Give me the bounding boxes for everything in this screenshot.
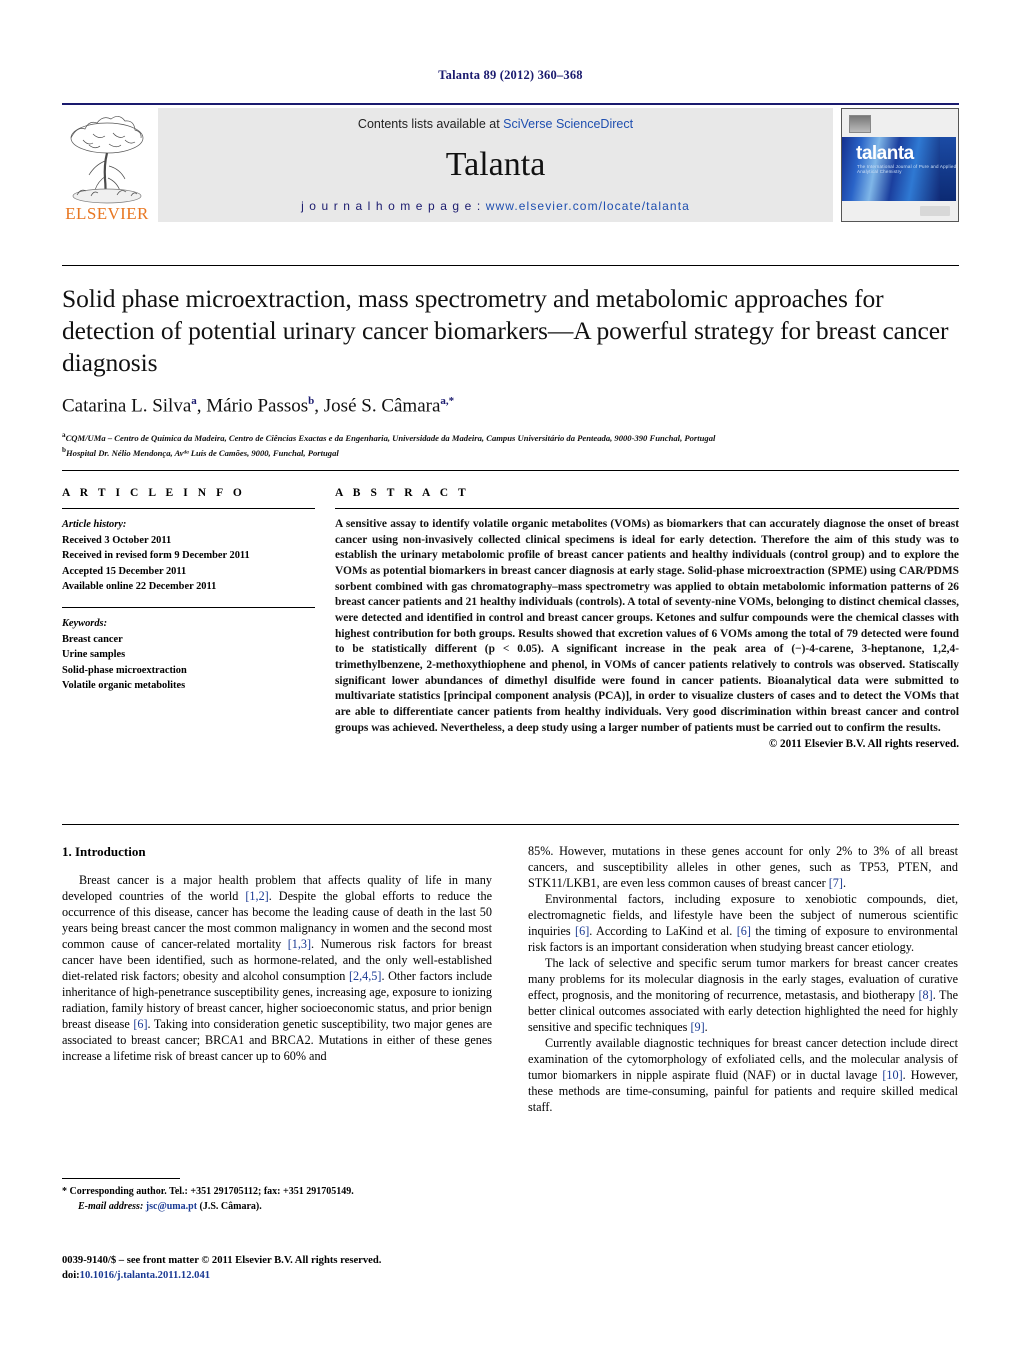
doi-label: doi: [62,1270,80,1282]
homepage-url-link[interactable]: www.elsevier.com/locate/talanta [486,199,690,213]
sciencedirect-link[interactable]: SciVerse ScienceDirect [503,117,633,131]
abstract-column: A B S T R A C T A sensitive assay to ide… [335,487,959,750]
article-history-item: Received in revised form 9 December 2011 [62,550,250,562]
elsevier-logo: ELSEVIER [62,108,152,222]
journal-masthead: ELSEVIER Contents lists available at Sci… [62,108,959,222]
citation-link[interactable]: [8] [918,988,932,1002]
citation-link[interactable]: [2,4,5] [349,969,382,983]
abstract-caption: A B S T R A C T [335,487,470,499]
author-list: Catarina L. Silvaa, Mário Passosb, José … [62,395,455,417]
issn-doi-block: 0039-9140/$ – see front matter © 2011 El… [62,1253,532,1284]
journal-title: Talanta [445,146,546,183]
article-history-item: Received 3 October 2011 [62,534,172,546]
masthead-center: Contents lists available at SciVerse Sci… [158,108,833,222]
author-affiliation-marker: a [191,395,197,408]
affiliation-list: aCQM/UMa – Centro de Química da Madeira,… [62,430,959,460]
email-line: E-mail address: jsc@uma.pt (J.S. Câmara)… [62,1200,492,1215]
citation-link[interactable]: [10] [882,1068,902,1082]
affiliation-text: CQM/UMa – Centro de Química da Madeira, … [65,432,716,443]
keyword-item: Breast cancer [62,633,123,645]
footnote-divider [62,1178,180,1179]
cover-journal-title: talanta [856,143,914,164]
cover-journal-subtitle: The International Journal of Pure and Ap… [857,164,957,174]
citation-link[interactable]: [1,2] [245,889,268,903]
article-info-caption: A R T I C L E I N F O [62,487,246,499]
keyword-item: Urine samples [62,649,126,661]
elsevier-wordmark: ELSEVIER [65,204,149,223]
body-column-left: 1. Introduction Breast cancer is a major… [62,844,492,1116]
section-heading-introduction: 1. Introduction [62,844,146,859]
author-affiliation-marker: b [308,395,315,408]
abstract-text: A sensitive assay to identify volatile o… [335,518,959,734]
citation-link[interactable]: [6] [575,924,589,938]
author-name: Catarina L. Silva [62,395,192,417]
keywords-divider [62,607,315,609]
author-affiliation-marker: a,* [440,395,455,408]
citation-link[interactable]: [6] [133,1017,147,1031]
article-history-label: Article history: [62,519,127,530]
email-label: E-mail address: [78,1200,144,1212]
paragraph: Currently available diagnostic technique… [528,1035,958,1114]
homepage-prefix: j o u r n a l h o m e p a g e : [301,199,486,213]
article-history-group: Article history: Received 3 October 2011… [62,517,315,595]
citation-link[interactable]: [9] [690,1020,704,1034]
cover-footer-mark [920,206,950,216]
citation-link[interactable]: [1,3] [288,937,311,951]
journal-reference: Talanta 89 (2012) 360–368 [438,68,583,82]
doi-link[interactable]: 10.1016/j.talanta.2011.12.041 [80,1270,210,1281]
paper-page: Talanta 89 (2012) 360–368 ELSEVIER Conte… [0,0,1021,1351]
abstract-section-divider [62,470,959,471]
author-name: José S. Câmara [323,395,441,417]
citation-link[interactable]: [6] [737,924,751,938]
doi-line: doi:10.1016/j.talanta.2011.12.041 [62,1268,532,1283]
paragraph: Breast cancer is a major health problem … [62,873,492,1063]
elsevier-tree-icon [70,116,144,204]
keyword-item: Solid-phase microextraction [62,664,187,676]
paragraph: Environmental factors, including exposur… [528,891,958,954]
cover-elsevier-mark-icon [849,115,871,133]
paragraph: 85%. However, mutations in these genes a… [528,844,958,890]
email-owner: (J.S. Câmara). [199,1200,262,1212]
affiliation-item: aCQM/UMa – Centro de Química da Madeira,… [62,430,959,445]
affiliation-item: bHospital Dr. Nélio Mendonça, Avᵈᵃ Luís … [62,445,959,460]
citation-link[interactable]: [7] [829,876,843,890]
keywords-label: Keywords: [62,618,108,630]
abstract-copyright: © 2011 Elsevier B.V. All rights reserved… [768,738,959,751]
contents-prefix: Contents lists available at [357,117,504,131]
issn-line: 0039-9140/$ – see front matter © 2011 El… [62,1255,382,1266]
email-link[interactable]: jsc@uma.pt [146,1201,197,1212]
article-info-rule [62,508,315,509]
title-block: Solid phase microextraction, mass spectr… [62,283,959,460]
keywords-group: Keywords: Breast cancer Urine samples So… [62,616,315,694]
corresponding-author-line: * Corresponding author. Tel.: +351 29170… [62,1186,354,1197]
article-history-item: Accepted 15 December 2011 [62,565,187,577]
body-divider [62,824,959,825]
paragraph: The lack of selective and specific serum… [528,955,958,1034]
author-name: Mário Passos [206,395,309,417]
keyword-item: Volatile organic metabolites [62,680,186,692]
article-history-item: Available online 22 December 2011 [62,581,217,593]
affiliation-text: Hospital Dr. Nélio Mendonça, Avᵈᵃ Luís d… [65,447,339,458]
body-columns: 1. Introduction Breast cancer is a major… [62,844,959,1116]
body-column-right: 85%. However, mutations in these genes a… [528,844,958,1116]
info-abstract-row: A R T I C L E I N F O Article history: R… [62,487,959,750]
corresponding-author-footnote: * Corresponding author. Tel.: +351 29170… [62,1178,492,1214]
journal-cover-thumbnail: talanta The International Journal of Pur… [841,108,959,222]
page-title: Solid phase microextraction, mass spectr… [62,284,949,378]
contents-available-line: Contents lists available at SciVerse Sci… [358,117,633,131]
title-divider [62,265,959,266]
journal-homepage-line: j o u r n a l h o m e p a g e : www.else… [301,199,690,213]
abstract-rule [335,508,959,509]
article-info-column: A R T I C L E I N F O Article history: R… [62,487,315,750]
header-divider [62,103,959,105]
